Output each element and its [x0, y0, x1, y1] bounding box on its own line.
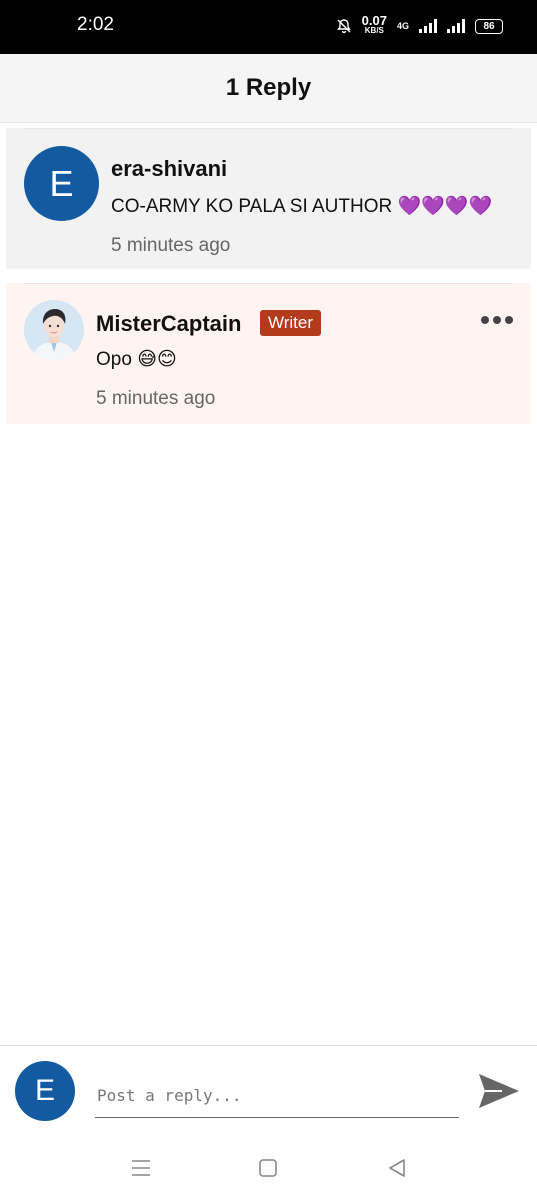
reply-input[interactable]: [95, 1073, 459, 1118]
status-icons: 0.07 KB/S 4G 86: [336, 13, 503, 36]
comment-text: CO-ARMY KO PALA SI AUTHOR 💜💜💜💜: [111, 196, 493, 217]
signal-icon-2: [447, 19, 465, 33]
profile-photo-icon: [24, 300, 84, 360]
home-icon[interactable]: [256, 1156, 280, 1180]
header: 1 Reply: [0, 54, 537, 123]
divider: [24, 283, 513, 284]
divider: [24, 128, 513, 129]
send-icon[interactable]: [476, 1068, 522, 1114]
writer-badge: Writer: [260, 310, 322, 336]
comment-card[interactable]: E era-shivani CO-ARMY KO PALA SI AUTHOR …: [6, 128, 531, 269]
more-options-icon[interactable]: [481, 316, 513, 324]
avatar[interactable]: E: [24, 146, 99, 221]
reply-timestamp: 5 minutes ago: [96, 388, 216, 409]
bell-off-icon: [336, 19, 351, 34]
composer-avatar: E: [15, 1061, 75, 1121]
reply-text: Opo 😅😊: [96, 349, 177, 370]
page-title: 1 Reply: [225, 74, 312, 101]
reply-card[interactable]: MisterCaptain Writer Opo 😅😊 5 minutes ag…: [6, 283, 531, 424]
status-bar: 2:02 0.07 KB/S 4G 86: [0, 0, 537, 54]
battery-icon: 86: [475, 18, 503, 34]
reply-username[interactable]: MisterCaptain: [96, 311, 241, 337]
back-icon[interactable]: [385, 1156, 409, 1180]
avatar-photo[interactable]: [24, 300, 84, 360]
system-nav-bar: [0, 1140, 537, 1195]
menu-icon[interactable]: [129, 1156, 153, 1180]
comment-username[interactable]: era-shivani: [111, 156, 227, 182]
network-type: 4G: [396, 21, 409, 31]
signal-icon: [419, 19, 437, 33]
status-time: 2:02: [77, 14, 114, 35]
comment-timestamp: 5 minutes ago: [111, 235, 231, 256]
network-speed: 0.07 KB/S: [361, 13, 387, 35]
